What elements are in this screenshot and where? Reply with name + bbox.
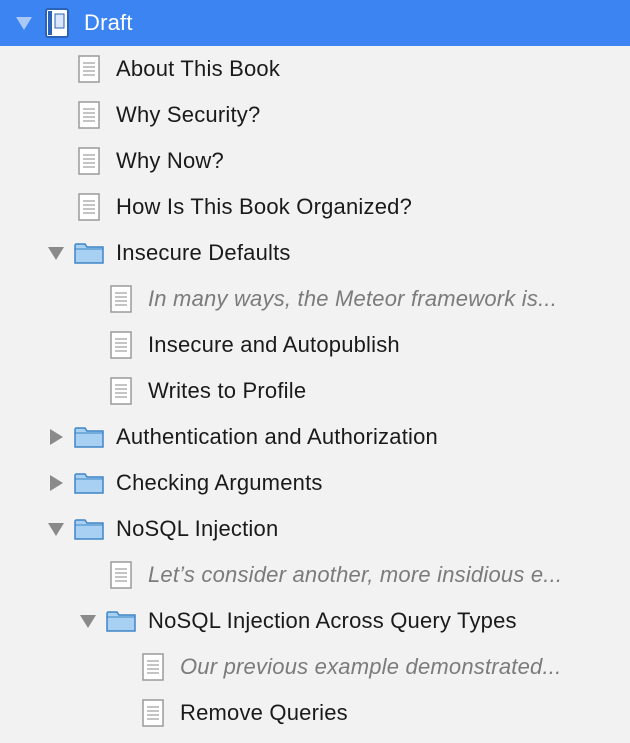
binder-item-untitled-doc[interactable]: Our previous example demonstrated... bbox=[0, 644, 630, 690]
binder-item-label: NoSQL Injection Across Query Types bbox=[148, 608, 517, 633]
binder-item-synopsis: Our previous example demonstrated... bbox=[180, 654, 562, 679]
binder-item-why-security[interactable]: Why Security? bbox=[0, 92, 630, 138]
binder-item-label: About This Book bbox=[116, 56, 281, 81]
disclosure-triangle-collapsed[interactable] bbox=[46, 460, 66, 506]
document-icon bbox=[106, 322, 136, 368]
binder-item-untitled-doc[interactable]: Let’s consider another, more insidious e… bbox=[0, 552, 630, 598]
binder-item-untitled-doc[interactable]: In many ways, the Meteor framework is... bbox=[0, 276, 630, 322]
binder-item-label: Draft bbox=[84, 10, 133, 35]
binder-item-label: How Is This Book Organized? bbox=[116, 194, 413, 219]
binder-outline: Draft About This Book Why Security? Why … bbox=[0, 0, 630, 743]
binder-item-label: Authentication and Authorization bbox=[116, 424, 438, 449]
folder-icon bbox=[74, 506, 104, 552]
folder-icon bbox=[74, 230, 104, 276]
document-icon bbox=[138, 644, 168, 690]
binder-item-nosql-injection[interactable]: NoSQL Injection bbox=[0, 506, 630, 552]
disclosure-triangle-expanded[interactable] bbox=[78, 598, 98, 644]
binder-item-label: Writes to Profile bbox=[148, 378, 307, 403]
binder-item-label: NoSQL Injection bbox=[116, 516, 279, 541]
document-icon bbox=[74, 138, 104, 184]
binder-item-insecure-defaults[interactable]: Insecure Defaults bbox=[0, 230, 630, 276]
document-icon bbox=[106, 276, 136, 322]
binder-item-label: Remove Queries bbox=[180, 700, 348, 725]
document-icon bbox=[74, 92, 104, 138]
folder-icon bbox=[106, 598, 136, 644]
folder-icon bbox=[74, 460, 104, 506]
binder-item-label: Checking Arguments bbox=[116, 470, 323, 495]
disclosure-triangle-expanded[interactable] bbox=[46, 230, 66, 276]
disclosure-triangle-expanded[interactable] bbox=[14, 0, 34, 46]
binder-item-why-now[interactable]: Why Now? bbox=[0, 138, 630, 184]
document-icon bbox=[74, 46, 104, 92]
document-icon bbox=[106, 368, 136, 414]
binder-item-label: Insecure Defaults bbox=[116, 240, 291, 265]
disclosure-triangle-expanded[interactable] bbox=[46, 506, 66, 552]
binder-item-label: Insecure and Autopublish bbox=[148, 332, 400, 357]
draft-book-icon bbox=[42, 0, 72, 46]
binder-item-checking-arguments[interactable]: Checking Arguments bbox=[0, 460, 630, 506]
binder-item-insecure-autopublish[interactable]: Insecure and Autopublish bbox=[0, 322, 630, 368]
disclosure-triangle-collapsed[interactable] bbox=[46, 414, 66, 460]
binder-item-how-organized[interactable]: How Is This Book Organized? bbox=[0, 184, 630, 230]
binder-item-label: Why Now? bbox=[116, 148, 224, 173]
binder-item-draft[interactable]: Draft bbox=[0, 0, 630, 46]
document-icon bbox=[106, 552, 136, 598]
document-icon bbox=[74, 184, 104, 230]
binder-item-synopsis: Let’s consider another, more insidious e… bbox=[148, 562, 563, 587]
binder-item-about-this-book[interactable]: About This Book bbox=[0, 46, 630, 92]
binder-item-remove-queries[interactable]: Remove Queries bbox=[0, 690, 630, 736]
binder-item-authentication[interactable]: Authentication and Authorization bbox=[0, 414, 630, 460]
binder-item-writes-to-profile[interactable]: Writes to Profile bbox=[0, 368, 630, 414]
binder-item-synopsis: In many ways, the Meteor framework is... bbox=[148, 286, 558, 311]
document-icon bbox=[138, 690, 168, 736]
binder-item-nosql-query-types[interactable]: NoSQL Injection Across Query Types bbox=[0, 598, 630, 644]
binder-item-label: Why Security? bbox=[116, 102, 261, 127]
folder-icon bbox=[74, 414, 104, 460]
